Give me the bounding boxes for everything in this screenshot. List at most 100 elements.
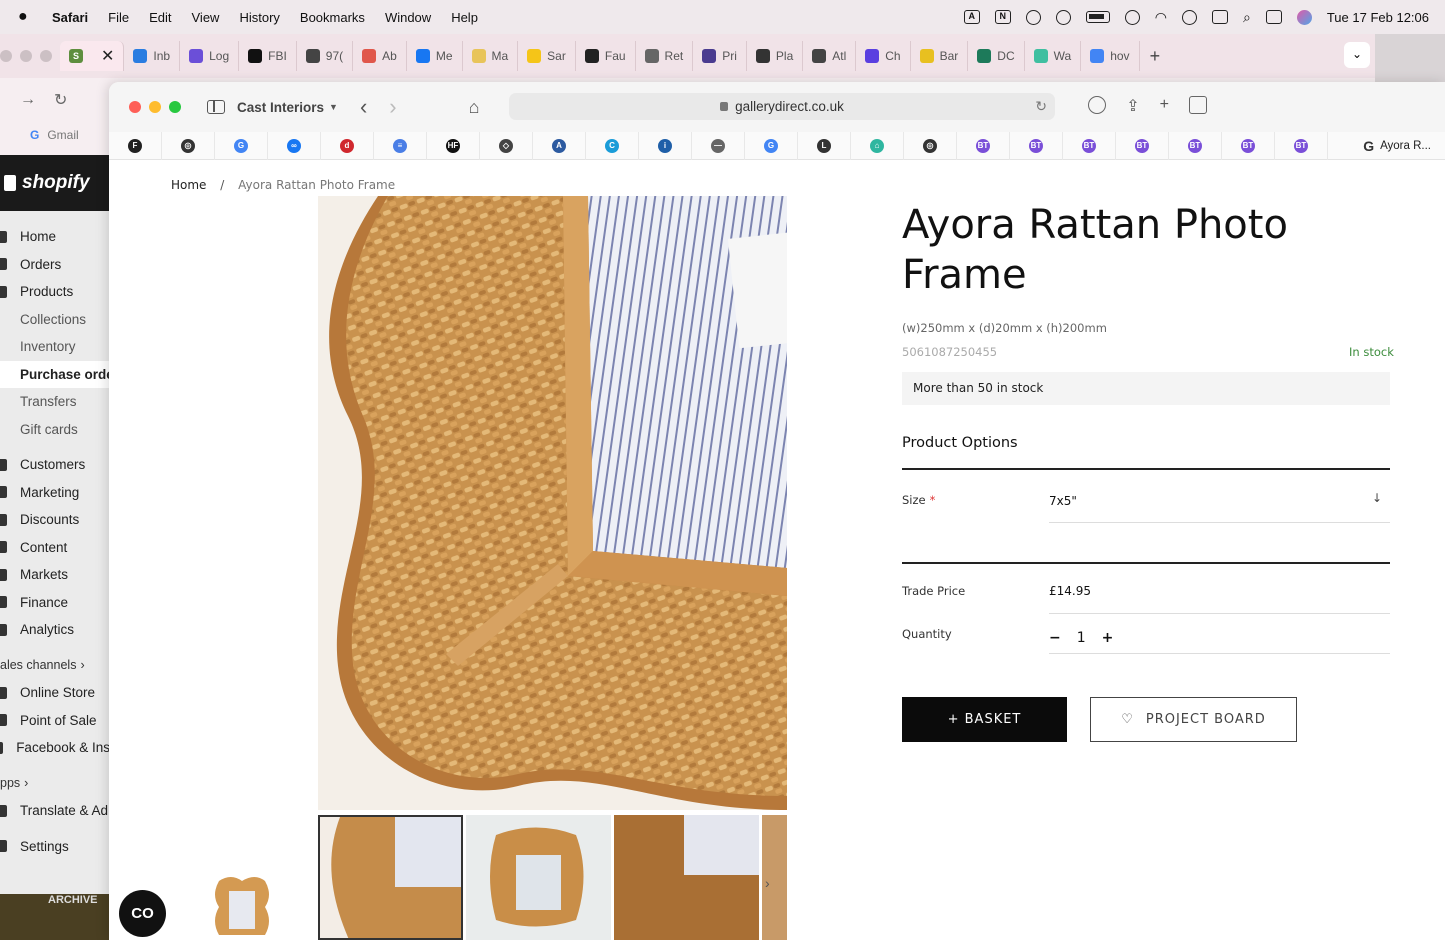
background-tab[interactable]: Wa bbox=[1025, 41, 1082, 71]
battery-icon[interactable] bbox=[1085, 11, 1110, 23]
background-tab[interactable]: Ab bbox=[353, 41, 407, 71]
nav-item-finance[interactable]: Finance bbox=[0, 589, 110, 617]
favorite-item[interactable]: HF bbox=[427, 131, 480, 160]
menubar-datetime[interactable]: Tue 17 Feb 12:06 bbox=[1327, 10, 1429, 25]
favorite-item[interactable]: BT bbox=[1275, 131, 1328, 160]
size-select[interactable]: 7x5" ↓ bbox=[1049, 491, 1390, 523]
quantity-value[interactable]: 1 bbox=[1077, 630, 1086, 646]
nav-item-analytics[interactable]: Analytics bbox=[0, 616, 110, 644]
background-tab[interactable]: Pla bbox=[747, 41, 804, 71]
nav-item-products[interactable]: Products bbox=[0, 278, 110, 306]
favorite-item[interactable]: BT bbox=[1116, 131, 1169, 160]
chevron-down-icon[interactable]: ▼ bbox=[329, 102, 338, 112]
user-icon[interactable] bbox=[1182, 9, 1197, 25]
back-arrow-icon[interactable]: ‹ bbox=[360, 94, 367, 120]
cloud-icon[interactable] bbox=[1055, 9, 1071, 25]
nav-item-inventory[interactable]: Inventory bbox=[0, 333, 110, 361]
favorite-item[interactable]: d bbox=[321, 131, 374, 160]
favorite-item[interactable]: i bbox=[639, 131, 692, 160]
siri-icon[interactable] bbox=[1296, 9, 1312, 25]
bookmark-gmail[interactable]: Gmail bbox=[47, 128, 78, 142]
menu-app-safari[interactable]: Safari bbox=[52, 10, 88, 25]
nav-item-purchase-orde[interactable]: Purchase orde bbox=[0, 360, 110, 388]
nav-item-marketing[interactable]: Marketing bbox=[0, 479, 110, 507]
menu-bookmarks[interactable]: Bookmarks bbox=[300, 10, 365, 25]
product-thumbnail-1[interactable] bbox=[318, 815, 463, 940]
keyboard-icon[interactable] bbox=[1212, 10, 1228, 24]
menu-view[interactable]: View bbox=[192, 10, 220, 25]
close-window-button[interactable] bbox=[129, 101, 141, 113]
favorite-item[interactable]: BT bbox=[1010, 131, 1063, 160]
shopify-logo[interactable]: shopify bbox=[0, 155, 110, 211]
nav-item-channel-0[interactable]: Online Store bbox=[0, 679, 110, 707]
favorite-ayora[interactable]: G Ayora R... bbox=[1363, 132, 1445, 160]
sales-channels-heading[interactable]: ales channels › bbox=[0, 652, 110, 680]
chat-widget-button[interactable]: CO bbox=[119, 890, 166, 937]
product-main-image[interactable] bbox=[318, 196, 787, 810]
breadcrumb-home[interactable]: Home bbox=[171, 178, 206, 192]
background-tab[interactable]: Pri bbox=[693, 41, 747, 71]
favorite-item[interactable]: ∞ bbox=[268, 131, 321, 160]
nav-item-orders[interactable]: Orders bbox=[0, 251, 110, 279]
clock-icon[interactable] bbox=[1124, 9, 1140, 25]
menu-help[interactable]: Help bbox=[451, 10, 478, 25]
tab-group-name[interactable]: Cast Interiors bbox=[237, 100, 324, 115]
tab-overview-icon[interactable] bbox=[1189, 96, 1207, 114]
sidebar-toggle-icon[interactable] bbox=[207, 100, 225, 114]
background-tab[interactable]: Ma bbox=[463, 41, 519, 71]
new-tab-icon[interactable]: + bbox=[1160, 96, 1169, 116]
background-tab[interactable]: Ret bbox=[636, 41, 694, 71]
background-tab[interactable]: Log bbox=[180, 41, 240, 71]
background-tab[interactable]: Sar bbox=[518, 41, 576, 71]
downloads-icon[interactable] bbox=[1088, 96, 1107, 114]
grammarly-icon[interactable] bbox=[1025, 9, 1041, 25]
favorite-item[interactable]: F bbox=[109, 131, 162, 160]
thumbnail-next-icon[interactable]: › bbox=[765, 875, 770, 891]
background-tab[interactable]: Me bbox=[407, 41, 463, 71]
favorite-item[interactable]: BT bbox=[957, 131, 1010, 160]
spotlight-icon[interactable]: ⌕ bbox=[1243, 9, 1251, 26]
nav-item-gift-cards[interactable]: Gift cards bbox=[0, 416, 110, 444]
menu-edit[interactable]: Edit bbox=[149, 10, 171, 25]
add-to-basket-button[interactable]: + BASKET bbox=[902, 697, 1067, 742]
product-thumbnail-far[interactable] bbox=[211, 875, 273, 940]
nav-item-customers[interactable]: Customers bbox=[0, 451, 110, 479]
nav-item-collections[interactable]: Collections bbox=[0, 306, 110, 334]
apple-icon[interactable]: ● bbox=[18, 8, 38, 26]
favorite-item[interactable]: L bbox=[798, 131, 851, 160]
control-center-icon[interactable] bbox=[1265, 10, 1282, 24]
nav-item-home[interactable]: Home bbox=[0, 223, 110, 251]
new-tab-icon[interactable]: + bbox=[1150, 46, 1161, 67]
menu-window[interactable]: Window bbox=[385, 10, 431, 25]
project-board-button[interactable]: ♡ PROJECT BOARD bbox=[1090, 697, 1297, 742]
background-tab[interactable]: DC bbox=[968, 41, 1025, 71]
background-tab[interactable]: Ch bbox=[856, 41, 911, 71]
apps-heading[interactable]: pps › bbox=[0, 770, 110, 798]
nav-item-app-0[interactable]: Translate & Ad bbox=[0, 797, 110, 825]
nav-item-transfers[interactable]: Transfers bbox=[0, 388, 110, 416]
status-a-icon[interactable]: A bbox=[963, 10, 980, 24]
background-tab[interactable]: Inb bbox=[124, 41, 181, 71]
address-bar[interactable]: gallerydirect.co.uk ↻ bbox=[509, 93, 1055, 120]
favorite-item[interactable]: BT bbox=[1063, 131, 1116, 160]
nav-item-settings[interactable]: Settings bbox=[0, 833, 110, 861]
nav-item-content[interactable]: Content bbox=[0, 534, 110, 562]
favorite-item[interactable]: ◎ bbox=[162, 131, 215, 160]
background-tab[interactable]: FBI bbox=[239, 41, 297, 71]
home-icon[interactable]: ⌂ bbox=[469, 97, 480, 118]
background-tab[interactable]: Bar bbox=[911, 41, 969, 71]
share-icon[interactable]: ⇪ bbox=[1126, 96, 1139, 116]
favorite-item[interactable]: — bbox=[692, 131, 745, 160]
favorite-item[interactable]: A bbox=[533, 131, 586, 160]
nav-item-channel-1[interactable]: Point of Sale bbox=[0, 707, 110, 735]
forward-arrow-icon[interactable]: › bbox=[389, 94, 396, 120]
reload-icon[interactable]: ↻ bbox=[1035, 98, 1047, 115]
favorite-item[interactable]: BT bbox=[1222, 131, 1275, 160]
nav-item-markets[interactable]: Markets bbox=[0, 561, 110, 589]
wifi-icon[interactable]: ◠ bbox=[1155, 9, 1167, 26]
menu-file[interactable]: File bbox=[108, 10, 129, 25]
tab-overview-chevron-icon[interactable]: ⌄ bbox=[1344, 42, 1370, 68]
background-tab[interactable]: Atl bbox=[803, 41, 857, 71]
product-thumbnail-2[interactable] bbox=[466, 815, 611, 940]
nav-item-channel-2[interactable]: Facebook & Ins bbox=[0, 734, 110, 762]
